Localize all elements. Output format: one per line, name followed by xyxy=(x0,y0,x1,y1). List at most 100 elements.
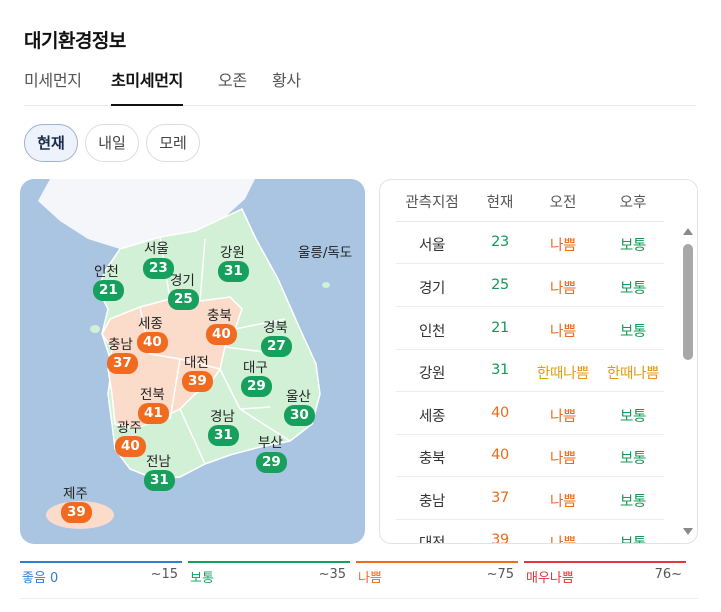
cell-pm: 보통 xyxy=(619,238,647,254)
air-quality-card: 대기환경정보 미세먼지 초미세먼지 오존 황사 현재 내일 모레 서울 23 강… xyxy=(0,0,721,612)
west-island xyxy=(90,325,100,333)
cell-am: 한때나쁨 xyxy=(536,366,590,382)
region-label-gyeongbuk: 경북 xyxy=(263,320,288,336)
region-badge-gyeongnam[interactable]: 31 xyxy=(208,425,239,446)
header-current: 현재 xyxy=(486,195,514,211)
region-badge-incheon[interactable]: 21 xyxy=(93,280,124,301)
legend-normal: 보통 ~35 xyxy=(188,561,350,586)
cell-station: 강원 xyxy=(418,366,446,382)
table-row: 경기 25 나쁨 보통 xyxy=(396,265,664,307)
cell-station: 경기 xyxy=(418,281,446,297)
table-header: 관측지점 현재 오전 오후 xyxy=(396,180,664,222)
cell-current: 39 xyxy=(491,532,509,544)
card-title: 대기환경정보 xyxy=(24,30,126,52)
legend-very-bad: 매우나쁨 76~ xyxy=(524,561,686,586)
tab-ultrafine-dust[interactable]: 초미세먼지 xyxy=(111,70,183,106)
cell-am: 나쁨 xyxy=(549,238,577,254)
legend-bad: 나쁨 ~75 xyxy=(356,561,518,586)
cell-pm: 보통 xyxy=(619,281,647,297)
tab-fine-dust[interactable]: 미세먼지 xyxy=(24,70,82,106)
cell-am: 나쁨 xyxy=(549,281,577,297)
korea-map: 서울 23 강원 31 울릉/독도 인천 21 경기 25 세종 40 충북 4… xyxy=(20,179,365,544)
table-row: 충남 37 나쁨 보통 xyxy=(396,478,664,520)
region-badge-chungnam[interactable]: 37 xyxy=(107,353,138,374)
region-badge-gangwon[interactable]: 31 xyxy=(218,261,249,282)
region-label-chungnam: 충남 xyxy=(108,337,133,353)
region-label-daegu: 대구 xyxy=(243,360,268,376)
period-now-button[interactable]: 현재 xyxy=(24,124,78,162)
region-badge-chungbuk[interactable]: 40 xyxy=(206,324,237,345)
cell-station: 서울 xyxy=(418,238,446,254)
cell-am: 나쁨 xyxy=(549,324,577,340)
cell-current: 31 xyxy=(491,362,509,378)
region-badge-jeonnam[interactable]: 31 xyxy=(144,470,175,491)
cell-pm: 보통 xyxy=(619,536,647,544)
table-scrollbar[interactable] xyxy=(679,222,697,542)
legend-good-range: ~15 xyxy=(150,567,178,582)
region-label-seoul: 서울 xyxy=(144,241,169,257)
cell-pm: 한때나쁨 xyxy=(606,366,660,382)
period-day-after-button[interactable]: 모레 xyxy=(146,124,200,162)
legend-very-bad-bar xyxy=(524,561,686,563)
cell-current: 21 xyxy=(491,320,509,336)
cell-pm: 보통 xyxy=(619,494,647,510)
region-badge-sejong[interactable]: 40 xyxy=(137,332,168,353)
cell-current: 37 xyxy=(491,490,509,506)
region-badge-ulsan[interactable]: 30 xyxy=(284,405,315,426)
header-am: 오전 xyxy=(549,195,577,211)
region-label-jeju: 제주 xyxy=(63,486,88,502)
region-badge-daegu[interactable]: 29 xyxy=(241,376,272,397)
region-label-incheon: 인천 xyxy=(94,264,119,280)
region-label-gangwon: 강원 xyxy=(220,245,245,261)
region-badge-gyeongbuk[interactable]: 27 xyxy=(261,336,292,357)
region-label-sejong: 세종 xyxy=(138,316,163,332)
table-row: 서울 23 나쁨 보통 xyxy=(396,222,664,264)
region-label-daejeon: 대전 xyxy=(184,355,209,371)
cell-station: 대전 xyxy=(418,536,446,544)
legend-bad-range: ~75 xyxy=(486,567,514,582)
scroll-up-icon[interactable] xyxy=(683,228,693,235)
tab-yellow-dust[interactable]: 황사 xyxy=(272,70,301,106)
region-label-ulsan: 울산 xyxy=(286,389,311,405)
region-badge-daejeon[interactable]: 39 xyxy=(182,371,213,392)
cell-station: 충남 xyxy=(418,494,446,510)
scroll-thumb[interactable] xyxy=(683,244,693,360)
legend-very-bad-label: 매우나쁨 xyxy=(526,571,574,586)
region-label-busan: 부산 xyxy=(258,435,283,451)
region-label-jeonnam: 전남 xyxy=(146,454,171,470)
header-station: 관측지점 xyxy=(405,195,459,211)
region-label-jeonbuk: 전북 xyxy=(140,387,165,403)
legend-normal-range: ~35 xyxy=(318,567,346,582)
legend-good-bar xyxy=(20,561,182,563)
period-tomorrow-button[interactable]: 내일 xyxy=(85,124,139,162)
cell-station: 충북 xyxy=(418,451,446,467)
table-row: 인천 21 나쁨 보통 xyxy=(396,308,664,350)
region-badge-jeju[interactable]: 39 xyxy=(61,502,92,523)
region-badge-gwangju[interactable]: 40 xyxy=(115,436,146,457)
cell-current: 40 xyxy=(491,405,509,421)
legend-bad-label: 나쁨 xyxy=(358,571,382,586)
table-row: 세종 40 나쁨 보통 xyxy=(396,393,664,435)
cell-am: 나쁨 xyxy=(549,409,577,425)
region-badge-busan[interactable]: 29 xyxy=(256,452,287,473)
region-label-gyeonggi: 경기 xyxy=(170,273,195,289)
region-label-chungbuk: 충북 xyxy=(207,308,232,324)
table-row: 대전 39 나쁨 보통 xyxy=(396,520,664,544)
cell-am: 나쁨 xyxy=(549,451,577,467)
region-badge-gyeonggi[interactable]: 25 xyxy=(168,289,199,310)
bottom-divider xyxy=(20,598,698,599)
cell-current: 40 xyxy=(491,447,509,463)
region-badge-jeonbuk[interactable]: 41 xyxy=(138,403,169,424)
legend-normal-label: 보통 xyxy=(190,571,214,586)
cell-am: 나쁨 xyxy=(549,536,577,544)
region-label-gwangju: 광주 xyxy=(117,420,142,436)
station-table: 관측지점 현재 오전 오후 서울 23 나쁨 보통 경기 25 나쁨 보통 인천… xyxy=(379,179,698,544)
tab-ozone[interactable]: 오존 xyxy=(218,70,247,106)
cell-current: 25 xyxy=(491,277,509,293)
region-label-ulleung: 울릉/독도 xyxy=(298,245,353,261)
scroll-down-icon[interactable] xyxy=(683,528,693,535)
header-pm: 오후 xyxy=(619,195,647,211)
cell-pm: 보통 xyxy=(619,324,647,340)
cell-station: 인천 xyxy=(418,324,446,340)
legend-good: 좋음 0 ~15 xyxy=(20,561,182,586)
